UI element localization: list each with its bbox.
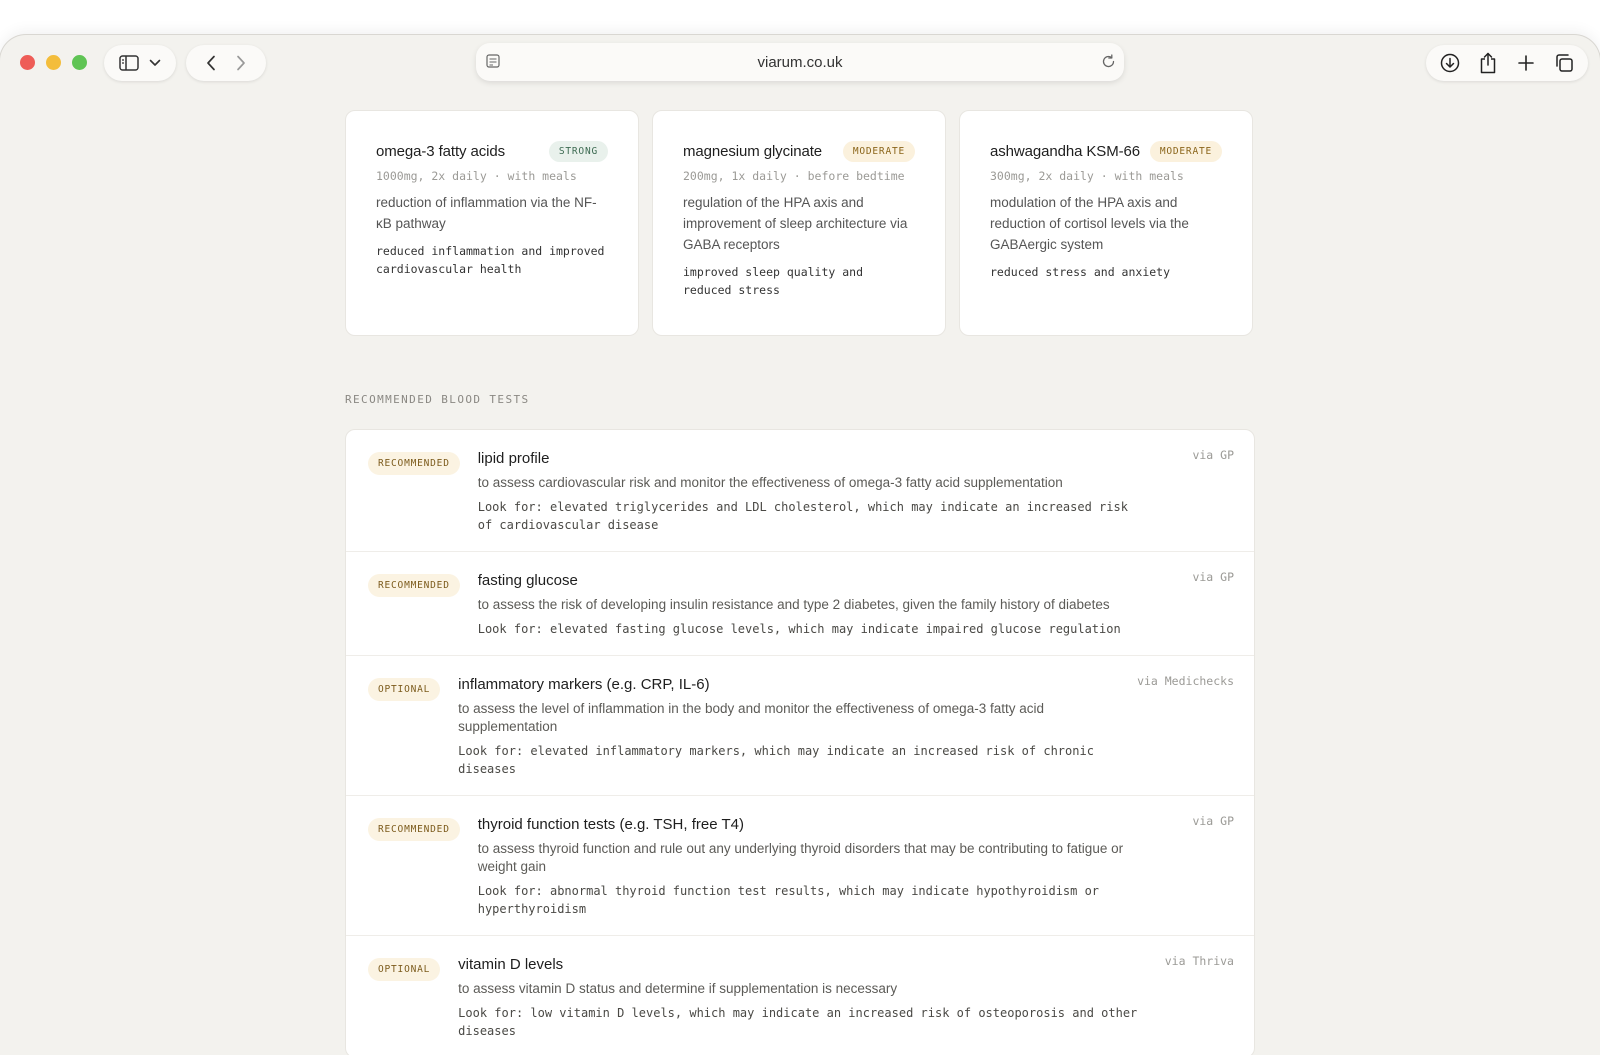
test-name: lipid profile [477, 450, 550, 467]
priority-badge: OPTIONAL [368, 958, 441, 981]
blood-test-row: RECOMMENDED lipid profile to assess card… [346, 430, 1254, 551]
close-window-button[interactable] [20, 55, 35, 70]
supplement-dose: 200mg, 1x daily · before bedtime [683, 169, 905, 183]
test-purpose: to assess the risk of developing insulin… [477, 597, 1110, 612]
minimize-window-button[interactable] [46, 55, 61, 70]
test-purpose: to assess vitamin D status and determine… [458, 981, 898, 996]
url-text: viarum.co.uk [757, 53, 843, 71]
forward-icon[interactable] [236, 55, 246, 71]
window-controls [20, 55, 87, 70]
test-name: fasting glucose [477, 572, 578, 589]
supplement-benefit: reduced inflammation and improved cardio… [376, 244, 605, 276]
browser-window: viarum.co.uk omega-3 fatty acids STRONG … [0, 35, 1600, 1055]
supplement-benefit: improved sleep quality and reduced stres… [683, 265, 864, 297]
test-name: vitamin D levels [458, 956, 564, 973]
supplement-card: ashwagandha KSM-66 MODERATE 300mg, 2x da… [959, 110, 1253, 336]
evidence-badge: STRONG [548, 140, 608, 162]
evidence-badge: MODERATE [1149, 140, 1222, 162]
share-icon[interactable] [1479, 52, 1497, 74]
sidebar-controls [104, 45, 176, 81]
test-source: via GP [1192, 570, 1234, 584]
blood-test-list: RECOMMENDED lipid profile to assess card… [345, 429, 1255, 1055]
priority-badge: OPTIONAL [368, 678, 441, 701]
reload-icon[interactable] [1101, 54, 1116, 74]
back-icon[interactable] [206, 55, 216, 71]
supplement-benefit: reduced stress and anxiety [990, 265, 1171, 279]
chevron-down-icon[interactable] [149, 59, 161, 67]
test-name: inflammatory markers (e.g. CRP, IL-6) [458, 676, 710, 693]
tab-overview-icon[interactable] [1554, 53, 1574, 73]
test-purpose: to assess thyroid function and rule out … [477, 841, 1124, 874]
section-heading: RECOMMENDED BLOOD TESTS [345, 393, 530, 406]
toolbar-actions [1426, 45, 1588, 81]
supplement-card: omega-3 fatty acids STRONG 1000mg, 2x da… [345, 110, 639, 336]
sidebar-toggle-icon[interactable] [119, 55, 139, 71]
page-settings-icon[interactable] [486, 54, 500, 73]
test-source: via Thriva [1164, 954, 1234, 968]
supplement-mechanism: regulation of the HPA axis and improveme… [683, 195, 908, 252]
test-look-for: Look for: abnormal thyroid function test… [477, 884, 1100, 916]
supplement-dose: 300mg, 2x daily · with meals [990, 169, 1184, 183]
supplement-name: magnesium glycinate [683, 142, 823, 160]
supplement-card: magnesium glycinate MODERATE 200mg, 1x d… [652, 110, 946, 336]
evidence-badge: MODERATE [842, 140, 915, 162]
priority-badge: RECOMMENDED [368, 818, 460, 841]
address-bar[interactable]: viarum.co.uk [476, 43, 1124, 81]
priority-badge: RECOMMENDED [368, 452, 460, 475]
new-tab-icon[interactable] [1517, 54, 1535, 72]
supplement-name: ashwagandha KSM-66 [990, 142, 1140, 160]
page-content: omega-3 fatty acids STRONG 1000mg, 2x da… [345, 110, 1255, 1055]
supplement-dose: 1000mg, 2x daily · with meals [376, 169, 577, 183]
test-look-for: Look for: elevated fasting glucose level… [477, 622, 1121, 636]
blood-test-row: OPTIONAL vitamin D levels to assess vita… [346, 935, 1254, 1055]
priority-badge: RECOMMENDED [368, 574, 460, 597]
test-purpose: to assess the level of inflammation in t… [458, 701, 1044, 734]
navigation-controls [186, 45, 266, 81]
supplement-name: omega-3 fatty acids [376, 142, 505, 160]
test-look-for: Look for: elevated inflammatory markers,… [458, 744, 1094, 776]
download-icon[interactable] [1440, 53, 1460, 73]
test-source: via Medichecks [1137, 674, 1234, 688]
test-look-for: Look for: low vitamin D levels, which ma… [458, 1006, 1138, 1038]
supplement-mechanism: modulation of the HPA axis and reduction… [990, 195, 1189, 252]
test-look-for: Look for: elevated triglycerides and LDL… [477, 500, 1128, 532]
supplement-cards: omega-3 fatty acids STRONG 1000mg, 2x da… [345, 110, 1255, 336]
test-name: thyroid function tests (e.g. TSH, free T… [477, 816, 744, 833]
blood-test-row: RECOMMENDED thyroid function tests (e.g.… [346, 795, 1254, 935]
test-source: via GP [1192, 448, 1234, 462]
blood-test-row: OPTIONAL inflammatory markers (e.g. CRP,… [346, 655, 1254, 795]
blood-test-row: RECOMMENDED fasting glucose to assess th… [346, 551, 1254, 655]
zoom-window-button[interactable] [72, 55, 87, 70]
test-purpose: to assess cardiovascular risk and monito… [477, 475, 1063, 490]
supplement-mechanism: reduction of inflammation via the NF-κB … [376, 195, 597, 231]
test-source: via GP [1192, 814, 1234, 828]
